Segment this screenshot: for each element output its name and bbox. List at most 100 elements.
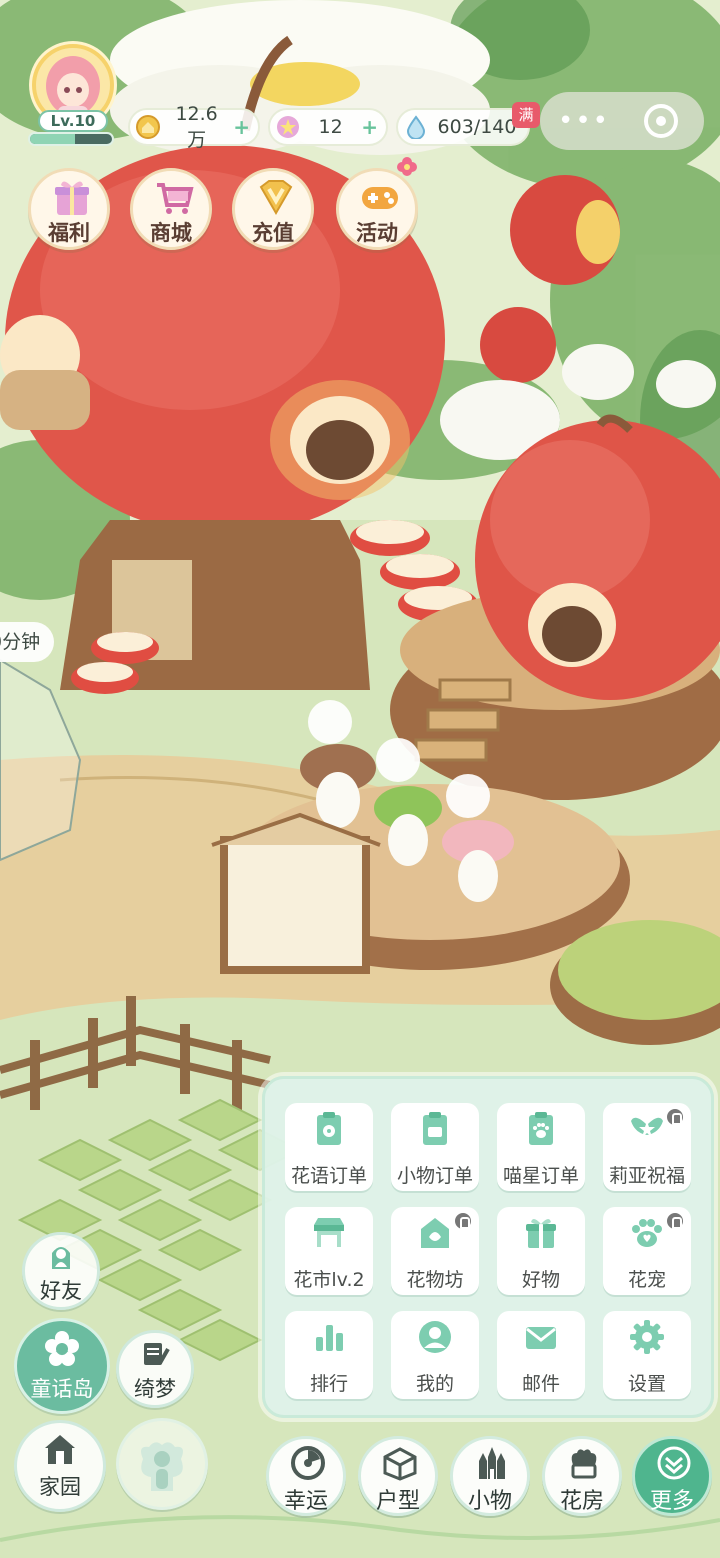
wings-icon [631, 1117, 663, 1137]
shop-label: 商城 [150, 221, 192, 245]
water-amount: 603/140 [437, 116, 517, 138]
floorplan-label: 户型 [375, 1489, 420, 1514]
profile-icon [419, 1321, 451, 1353]
timer-text: 0分钟 [0, 631, 41, 653]
recharge-label: 充值 [252, 221, 294, 245]
fairy-island-button[interactable]: 童话岛 [14, 1318, 110, 1414]
market-stall-icon [314, 1218, 344, 1247]
water-full-badge: 满 [512, 102, 540, 128]
lock-icon [665, 1211, 685, 1231]
lucky-label: 幸运 [283, 1489, 328, 1514]
menu-paw-order[interactable]: 喵星订单 [497, 1103, 585, 1191]
menu-settings[interactable]: 设置 [603, 1311, 691, 1399]
dream-button[interactable]: 绮梦 [116, 1330, 194, 1408]
shop-button[interactable]: 商城 [130, 168, 212, 250]
menu-flower-workshop-label: 花物坊 [406, 1269, 464, 1291]
gamepad-icon [362, 187, 398, 209]
lucky-button[interactable]: 幸运 [266, 1436, 346, 1516]
menu-profile[interactable]: 我的 [391, 1311, 479, 1399]
event-button[interactable]: 活动 [336, 168, 418, 250]
more-dots-icon[interactable]: ••• [558, 106, 610, 136]
character-silhouette-icon [141, 1442, 183, 1491]
star-amount: 12 [318, 116, 343, 138]
menu-flower-pet[interactable]: 花宠 [603, 1207, 691, 1295]
gift-icon [55, 181, 89, 215]
gold-coin-icon [136, 115, 160, 139]
welfare-button[interactable]: 福利 [28, 168, 110, 250]
flower-house-button[interactable]: 花房 [542, 1436, 622, 1516]
lock-icon [453, 1211, 473, 1231]
cart-icon [157, 183, 194, 214]
menu-flower-pet-label: 花宠 [627, 1269, 666, 1291]
chevron-down-icon [657, 1446, 691, 1480]
timer-tag: 0分钟 [0, 622, 54, 662]
menu-lia-blessing-label: 莉亚祝福 [608, 1165, 685, 1187]
exp-bar [28, 132, 114, 146]
star-counter[interactable]: 12 + [268, 108, 388, 146]
menu-item-order-label: 小物订单 [396, 1165, 473, 1187]
gold-add-icon[interactable]: + [233, 115, 250, 139]
mail-icon [526, 1327, 556, 1349]
lock-icon [665, 1107, 685, 1127]
more-label: 更多 [649, 1489, 694, 1514]
more-menu-panel: 花语订单 小物订单 喵星订单 莉亚祝福 花市lv.2 花物坊 好物 花宠 排行 … [262, 1076, 714, 1418]
star-add-icon[interactable]: + [361, 115, 378, 139]
menu-item-order[interactable]: 小物订单 [391, 1103, 479, 1191]
recharge-button[interactable]: 充值 [232, 168, 314, 250]
gear-icon [630, 1320, 664, 1354]
small-items-button[interactable]: 小物 [450, 1436, 530, 1516]
close-target-icon[interactable] [644, 104, 678, 138]
welfare-label: 福利 [48, 221, 90, 245]
menu-goods-label: 好物 [521, 1269, 560, 1291]
exp-bar-fill [30, 134, 76, 144]
ranking-icon [316, 1325, 343, 1351]
menu-ranking-label: 排行 [309, 1373, 348, 1395]
gift-box-icon [526, 1218, 556, 1248]
workshop-icon [421, 1218, 449, 1248]
castle-icon [479, 1447, 505, 1479]
water-drop-icon [406, 115, 426, 139]
lucky-wheel-icon [291, 1446, 325, 1480]
menu-mail[interactable]: 邮件 [497, 1311, 585, 1399]
more-button[interactable]: 更多 [632, 1436, 712, 1516]
pet-paw-icon [632, 1219, 662, 1247]
floorplan-button[interactable]: 户型 [358, 1436, 438, 1516]
item-order-icon [423, 1112, 447, 1145]
menu-goods[interactable]: 好物 [497, 1207, 585, 1295]
water-counter[interactable]: 603/140 [396, 108, 530, 146]
fairy-island-label: 童话岛 [30, 1377, 94, 1401]
small-items-label: 小物 [467, 1489, 512, 1514]
gold-counter[interactable]: 12.6万 + [128, 103, 260, 151]
character-button[interactable] [116, 1418, 208, 1510]
notebook-pen-icon [144, 1343, 170, 1365]
menu-paw-order-label: 喵星订单 [502, 1165, 579, 1187]
menu-settings-label: 设置 [627, 1373, 666, 1395]
menu-lia-blessing[interactable]: 莉亚祝福 [603, 1103, 691, 1191]
menu-flower-market[interactable]: 花市lv.2 [285, 1207, 373, 1295]
flower-house-icon [571, 1449, 597, 1479]
flower-emblem-icon [45, 1331, 79, 1366]
event-label: 活动 [356, 221, 398, 245]
flower-order-icon [317, 1112, 341, 1145]
home-button[interactable]: 家园 [14, 1420, 106, 1512]
house-icon [45, 1435, 75, 1464]
event-flower-badge-icon [397, 157, 417, 176]
menu-flower-workshop[interactable]: 花物坊 [391, 1207, 479, 1295]
gold-amount: 12.6万 [175, 102, 218, 151]
menu-profile-label: 我的 [415, 1373, 454, 1395]
home-label: 家园 [39, 1475, 81, 1499]
player-level: Lv.10 [38, 110, 108, 132]
mini-program-capsule[interactable]: ••• [540, 92, 704, 150]
menu-ranking[interactable]: 排行 [285, 1311, 373, 1399]
menu-flower-market-label: 花市lv.2 [293, 1269, 365, 1291]
friends-button[interactable]: 好友 [22, 1232, 100, 1310]
paw-order-icon [529, 1112, 553, 1145]
player-avatar-block[interactable]: Lv.10 [24, 44, 120, 148]
friend-figure-icon [52, 1247, 70, 1269]
flower-house-label: 花房 [559, 1489, 604, 1514]
menu-flower-order-label: 花语订单 [290, 1165, 367, 1187]
floorplan-icon [383, 1447, 417, 1481]
diamond-icon [259, 180, 293, 216]
friends-label: 好友 [40, 1279, 82, 1303]
menu-flower-order[interactable]: 花语订单 [285, 1103, 373, 1191]
